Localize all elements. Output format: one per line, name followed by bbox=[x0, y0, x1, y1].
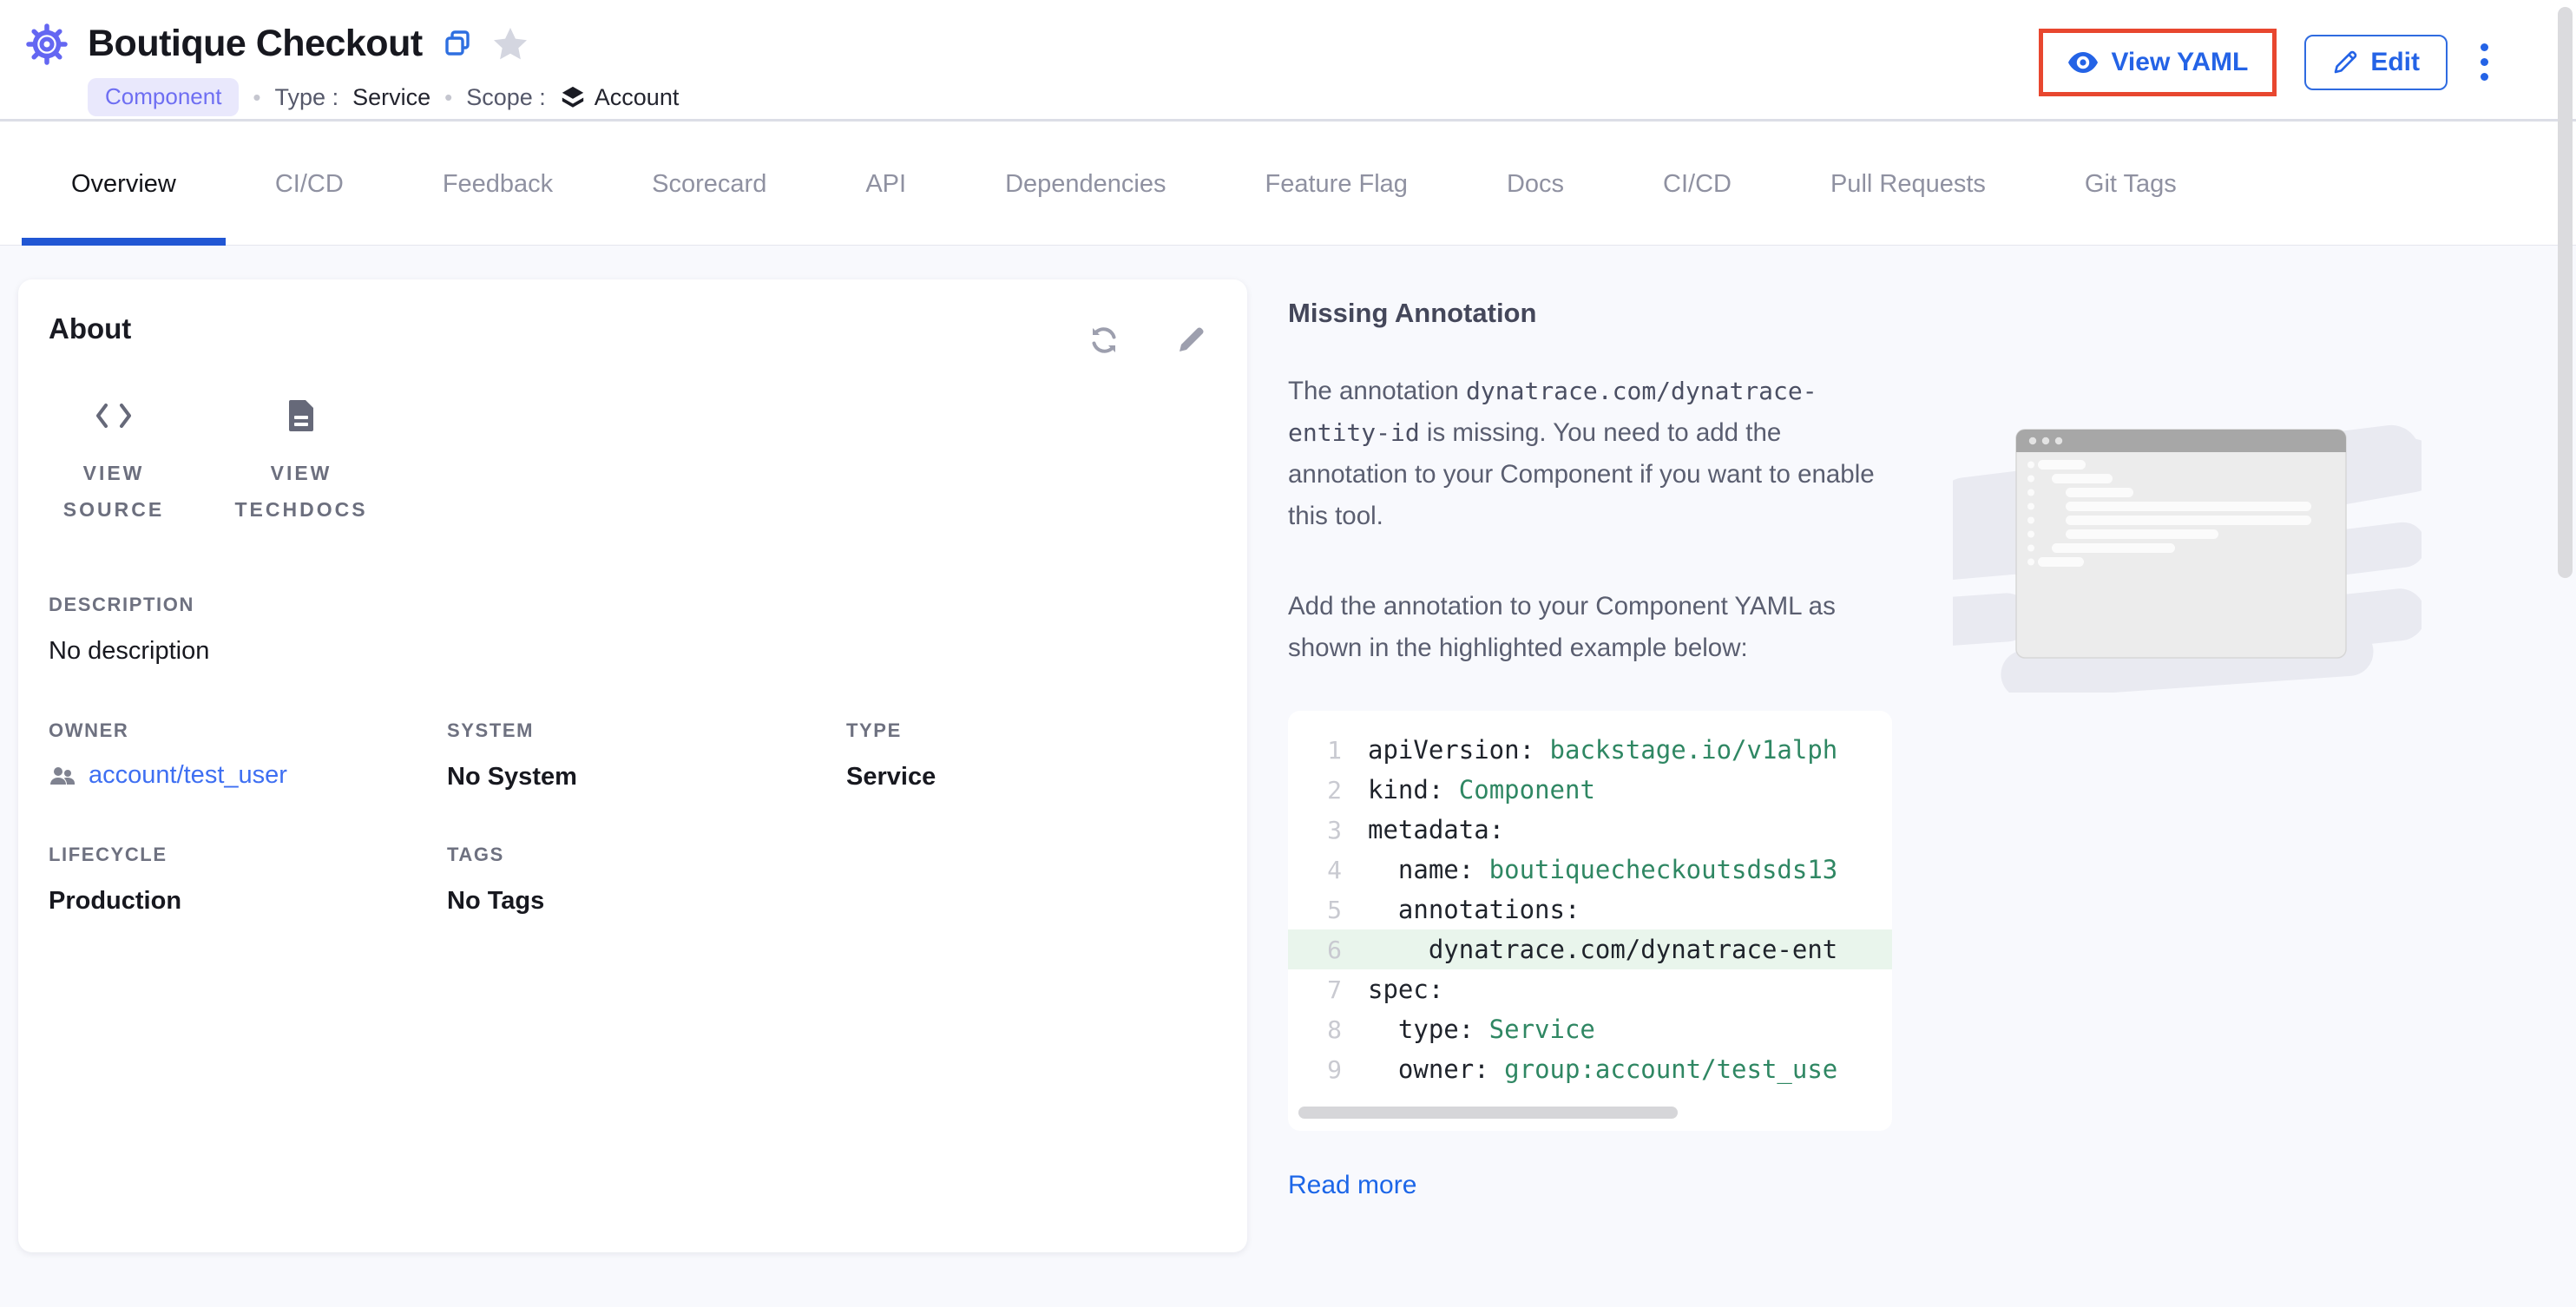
page-title: Boutique Checkout bbox=[88, 17, 423, 69]
tab-feedback[interactable]: Feedback bbox=[393, 124, 602, 245]
read-more-link[interactable]: Read more bbox=[1288, 1171, 1416, 1200]
type-value: Service bbox=[352, 84, 430, 111]
document-icon bbox=[219, 397, 384, 434]
scope-label: Scope : bbox=[466, 84, 546, 111]
page-header: Boutique Checkout Component bbox=[0, 0, 2576, 122]
content-area: About bbox=[0, 246, 2576, 1307]
type-field-value: Service bbox=[846, 763, 1247, 791]
code-line: 2kind: Component bbox=[1288, 770, 1892, 810]
system-value: No System bbox=[447, 763, 846, 791]
lifecycle-field: LIFECYCLE Production bbox=[49, 844, 447, 916]
tab-dependencies[interactable]: Dependencies bbox=[956, 124, 1215, 245]
yaml-code-block: 1apiVersion: backstage.io/v1alph 2kind: … bbox=[1288, 711, 1892, 1131]
copy-icon[interactable] bbox=[444, 30, 471, 57]
annotation-highlight-box: View YAML bbox=[2039, 29, 2277, 96]
lifecycle-label: LIFECYCLE bbox=[49, 844, 447, 866]
entity-page: Boutique Checkout Component bbox=[0, 0, 2576, 1307]
tags-value: No Tags bbox=[447, 887, 846, 916]
separator-dot: • bbox=[444, 84, 452, 111]
tab-cicd-2[interactable]: CI/CD bbox=[1613, 124, 1781, 245]
view-techdocs-label: VIEW TECHDOCS bbox=[219, 455, 384, 528]
annotation-paragraph: The annotation dynatrace.com/dynatrace-e… bbox=[1288, 371, 1897, 537]
owner-label: OWNER bbox=[49, 719, 447, 742]
tab-overview[interactable]: Overview bbox=[22, 124, 226, 245]
code-line-highlighted: 6 dynatrace.com/dynatrace-ent bbox=[1288, 929, 1892, 969]
title-block: Boutique Checkout Component bbox=[88, 17, 679, 119]
owner-field: OWNER account/test_user bbox=[49, 719, 447, 791]
page-scrollbar-thumb[interactable] bbox=[2558, 7, 2573, 578]
edit-button[interactable]: Edit bbox=[2304, 35, 2448, 90]
code-line: 8 type: Service bbox=[1288, 1009, 1892, 1049]
tags-label: TAGS bbox=[447, 844, 846, 866]
about-fields: OWNER account/test_user bbox=[49, 719, 1247, 916]
code-horizontal-scrollbar bbox=[1298, 1107, 1882, 1119]
type-label: Type : bbox=[275, 84, 339, 111]
separator-dot: • bbox=[253, 84, 260, 111]
tab-api[interactable]: API bbox=[816, 124, 956, 245]
type-field-label: TYPE bbox=[846, 719, 1247, 742]
refresh-icon[interactable] bbox=[1087, 323, 1121, 358]
system-field: SYSTEM No System bbox=[447, 719, 846, 791]
pencil-icon bbox=[2332, 49, 2358, 76]
annotation-instruction: Add the annotation to your Component YAM… bbox=[1288, 586, 1897, 669]
code-line: 5 annotations: bbox=[1288, 890, 1892, 929]
view-yaml-button[interactable]: View YAML bbox=[2062, 47, 2253, 78]
tab-scorecard[interactable]: Scorecard bbox=[602, 124, 816, 245]
tab-git-tags[interactable]: Git Tags bbox=[2035, 124, 2226, 245]
kebab-menu-icon[interactable] bbox=[2475, 38, 2494, 86]
annotation-text: The annotation bbox=[1288, 377, 1466, 405]
about-title: About bbox=[49, 312, 131, 358]
view-source-label: VIEW SOURCE bbox=[49, 455, 179, 528]
view-yaml-label: View YAML bbox=[2111, 48, 2248, 77]
edit-label: Edit bbox=[2370, 48, 2420, 77]
kind-badge: Component bbox=[88, 78, 239, 116]
code-window-illustration bbox=[1953, 397, 2422, 693]
gear-icon bbox=[22, 19, 72, 69]
description-label: DESCRIPTION bbox=[49, 594, 1247, 616]
tab-feature-flag[interactable]: Feature Flag bbox=[1216, 124, 1457, 245]
description-value: No description bbox=[49, 637, 1247, 666]
entity-tabs: Overview CI/CD Feedback Scorecard API De… bbox=[0, 124, 2576, 246]
tab-cicd[interactable]: CI/CD bbox=[226, 124, 393, 245]
header-left: Boutique Checkout Component bbox=[22, 0, 679, 119]
missing-annotation-section: Missing Annotation The annotation dynatr… bbox=[1288, 246, 2576, 1307]
code-line: 7spec: bbox=[1288, 969, 1892, 1009]
header-actions: View YAML Edit bbox=[2039, 0, 2494, 119]
people-icon bbox=[49, 765, 76, 786]
about-card: About bbox=[18, 279, 1247, 1252]
star-icon[interactable] bbox=[492, 26, 529, 61]
view-source-button[interactable]: VIEW SOURCE bbox=[49, 397, 179, 528]
tab-pull-requests[interactable]: Pull Requests bbox=[1781, 124, 2035, 245]
code-line: 9 owner: group:account/test_use bbox=[1288, 1049, 1892, 1089]
layers-icon bbox=[560, 84, 586, 110]
system-label: SYSTEM bbox=[447, 719, 846, 742]
missing-annotation-title: Missing Annotation bbox=[1288, 298, 2576, 329]
code-line: 4 name: boutiquecheckoutsdsds13 bbox=[1288, 850, 1892, 890]
tab-docs[interactable]: Docs bbox=[1457, 124, 1613, 245]
pencil-icon[interactable] bbox=[1175, 323, 1208, 358]
lifecycle-value: Production bbox=[49, 887, 447, 916]
scope-value: Account bbox=[595, 84, 680, 111]
quick-actions: VIEW SOURCE VIEW TECHDOCS bbox=[49, 397, 1247, 528]
tags-field: TAGS No Tags bbox=[447, 844, 846, 916]
entity-meta-row: Component • Type : Service • Scope : bbox=[88, 78, 679, 116]
type-field: TYPE Service bbox=[846, 719, 1247, 791]
code-line: 1apiVersion: backstage.io/v1alph bbox=[1288, 730, 1892, 770]
code-brackets-icon bbox=[49, 397, 179, 434]
view-techdocs-button[interactable]: VIEW TECHDOCS bbox=[219, 397, 384, 528]
owner-link[interactable]: account/test_user bbox=[89, 761, 287, 790]
code-scrollbar-thumb[interactable] bbox=[1298, 1107, 1678, 1119]
code-line: 3metadata: bbox=[1288, 810, 1892, 850]
eye-icon bbox=[2067, 51, 2099, 74]
